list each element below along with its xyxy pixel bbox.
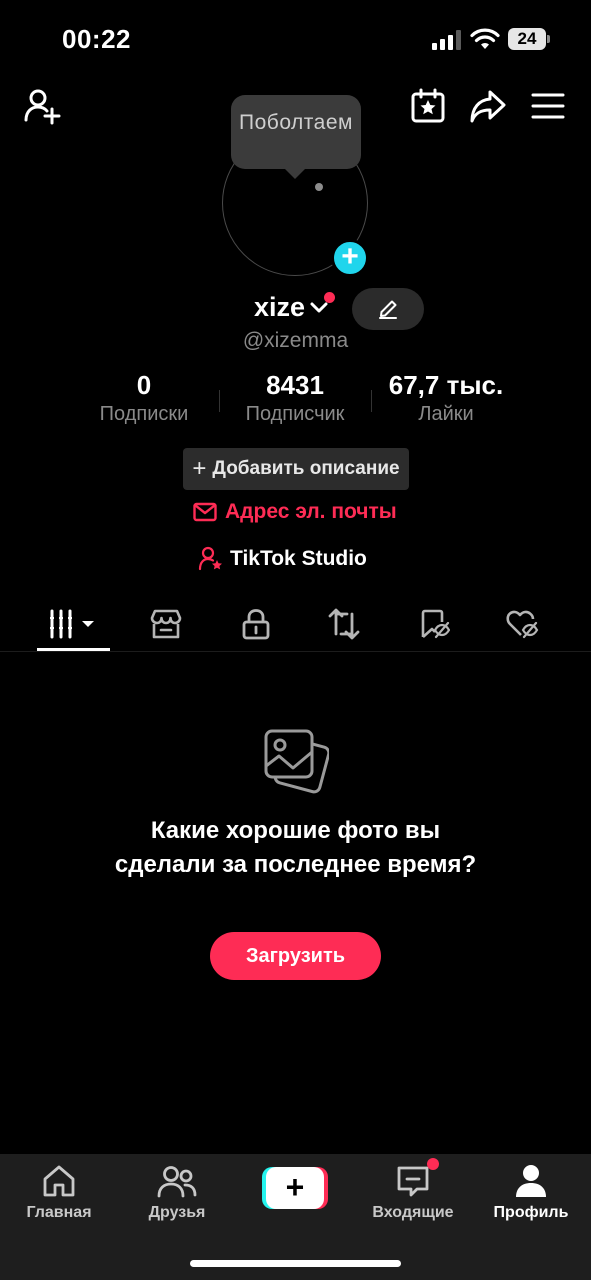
stat-label: Подписки [99, 403, 189, 425]
add-description-label: Добавить описание [212, 458, 400, 479]
add-friend-button[interactable] [22, 86, 64, 128]
nav-inbox[interactable]: Входящие [358, 1162, 468, 1222]
stat-value: 0 [136, 370, 152, 400]
create-button-face: + [266, 1167, 324, 1209]
nav-label: Друзья [148, 1204, 206, 1221]
stat-likes[interactable]: 67,7 тыс. Лайки [378, 370, 514, 426]
signal-icon [432, 30, 461, 50]
tab-shop[interactable] [140, 602, 192, 646]
tooltip-tail [283, 167, 307, 179]
add-user-icon [24, 89, 61, 125]
friends-icon [157, 1166, 197, 1198]
active-tab-indicator [37, 648, 110, 651]
stat-value: 8431 [266, 370, 324, 400]
email-label: Адрес эл. почты [225, 500, 397, 523]
profile-icon [516, 1165, 546, 1197]
username-switcher[interactable]: xize [254, 292, 329, 323]
nav-home[interactable]: Главная [4, 1162, 114, 1222]
share-button[interactable] [468, 86, 508, 126]
add-description-button[interactable]: + Добавить описание [183, 448, 409, 490]
home-indicator [190, 1260, 401, 1267]
calendar-star-icon [411, 88, 445, 123]
email-link[interactable]: Адрес эл. почты [193, 498, 397, 526]
tab-private[interactable] [230, 602, 282, 646]
stat-value: 67,7 тыс. [388, 370, 504, 400]
repost-icon [328, 608, 360, 640]
hamburger-menu-icon [531, 93, 565, 119]
share-arrow-icon [470, 90, 506, 123]
chat-tooltip[interactable]: Поболтаем [231, 95, 361, 179]
stat-following[interactable]: 0 Подписки [84, 370, 204, 426]
menu-button[interactable] [530, 88, 566, 124]
tooltip-anchor-dot [315, 183, 323, 191]
inbox-notification-dot [427, 1158, 439, 1170]
photos-icon [264, 729, 329, 794]
create-button[interactable]: + [262, 1167, 328, 1209]
user-star-icon [198, 546, 222, 571]
stat-followers[interactable]: 8431 Подписчик [232, 370, 358, 426]
tooltip-text: Поболтаем [239, 111, 353, 134]
status-bar: 00:22 24 [0, 0, 591, 80]
pencil-icon [379, 300, 397, 319]
tiktok-studio-label: TikTok Studio [230, 547, 367, 570]
stat-divider [371, 390, 372, 412]
plus-icon: + [192, 455, 207, 482]
upload-button[interactable]: Загрузить [210, 932, 381, 980]
home-icon [43, 1165, 75, 1197]
tab-videos[interactable] [37, 602, 110, 646]
battery-indicator: 24 [508, 28, 550, 50]
nav-label: Входящие [372, 1204, 454, 1221]
nav-label: Главная [26, 1204, 92, 1221]
battery-tip [547, 35, 550, 43]
stat-divider [219, 390, 220, 412]
tab-liked[interactable] [497, 602, 549, 646]
add-avatar-button[interactable]: + [331, 239, 369, 277]
tab-reposts[interactable] [318, 602, 370, 646]
heart-hidden-icon [506, 610, 539, 639]
wifi-icon [470, 28, 500, 49]
plus-icon: + [341, 239, 359, 273]
status-time: 00:22 [62, 24, 131, 54]
mail-icon [193, 502, 217, 522]
tab-favorites[interactable] [408, 602, 460, 646]
user-handle: @xizemma [242, 329, 349, 352]
inbox-icon [397, 1166, 429, 1197]
nav-label: Профиль [493, 1204, 569, 1221]
calendar-button[interactable] [408, 86, 448, 126]
empty-state-title: Какие хорошие фото вы сделали за последн… [114, 817, 477, 878]
lock-icon [242, 609, 270, 640]
bookmark-hidden-icon [421, 609, 450, 639]
username: xize [254, 292, 306, 322]
notification-dot [324, 292, 335, 303]
nav-profile[interactable]: Профиль [476, 1162, 586, 1222]
content-tabs [0, 596, 591, 652]
chevron-down-icon [310, 302, 328, 312]
edit-profile-button[interactable] [352, 288, 424, 330]
stat-label: Лайки [418, 403, 474, 425]
battery-level: 24 [508, 28, 546, 50]
plus-icon: + [285, 1169, 305, 1205]
stat-label: Подписчик [245, 403, 345, 425]
profile-stats: 0 Подписки 8431 Подписчик 67,7 тыс. Лайк… [0, 370, 591, 430]
grid-icon [49, 609, 94, 639]
shop-icon [150, 609, 182, 639]
tiktok-studio-link[interactable]: TikTok Studio [198, 545, 367, 573]
nav-friends[interactable]: Друзья [122, 1162, 232, 1222]
